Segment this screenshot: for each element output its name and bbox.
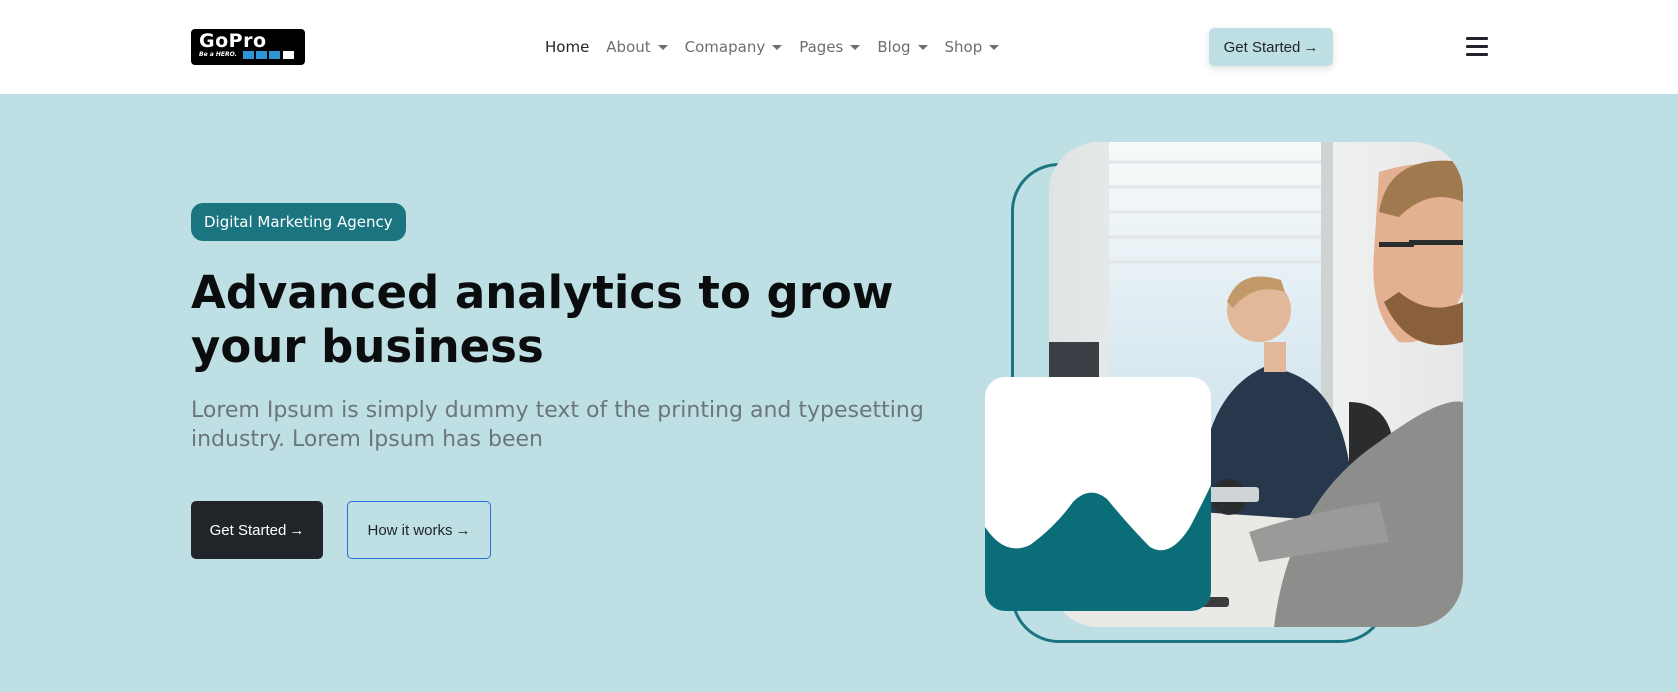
nav-about-label: About [606,38,651,56]
caret-down-icon [989,44,1000,50]
caret-down-icon [917,44,928,50]
hero-badge: Digital Marketing Agency [191,203,406,241]
brand-logo[interactable]: GoPro Be a HERO. [191,29,305,65]
wave-card [985,377,1211,611]
arrow-right-icon: → [1303,38,1319,56]
main-nav: Home About Comapany Pages Blog Shop [545,36,1016,58]
nav-shop[interactable]: Shop [945,38,1000,56]
logo-square-2 [256,51,267,59]
nav-about[interactable]: About [606,38,668,56]
arrow-right-icon: → [289,521,305,539]
nav-blog-label: Blog [877,38,911,56]
how-it-works-label: How it works [367,521,453,539]
hamburger-bar [1466,37,1488,40]
nav-company-label: Comapany [684,38,766,56]
caret-down-icon [772,44,783,50]
nav-company[interactable]: Comapany [685,38,783,56]
hero-get-started-label: Get Started [209,521,287,539]
arrow-right-icon: → [455,521,471,539]
logo-text: GoPro [199,30,267,52]
nav-home-label: Home [545,38,590,56]
navbar: GoPro Be a HERO. Home About Comapany Pag… [0,0,1678,94]
logo-square-3 [269,51,280,59]
hero-description: Lorem Ipsum is simply dummy text of the … [191,398,924,452]
how-it-works-button[interactable]: How it works → [347,501,491,559]
hero-title: Advanced analytics to grow your business [191,266,894,373]
nav-pages[interactable]: Pages [799,38,861,56]
hero-get-started-button[interactable]: Get Started → [191,501,323,559]
hamburger-bar [1466,45,1488,48]
nav-blog[interactable]: Blog [877,38,928,56]
logo-tagline: Be a HERO. [199,51,237,58]
nav-get-started-button[interactable]: Get Started → [1209,28,1333,66]
nav-pages-label: Pages [799,38,844,56]
wave-graphic [985,485,1211,611]
nav-shop-label: Shop [944,38,983,56]
nav-get-started-label: Get Started [1223,38,1301,56]
logo-square-4 [283,51,294,59]
logo-square-1 [243,51,254,59]
caret-down-icon [850,44,861,50]
hamburger-icon[interactable] [1466,37,1488,57]
hamburger-bar [1466,53,1488,56]
nav-home[interactable]: Home [545,38,589,56]
caret-down-icon [657,44,668,50]
